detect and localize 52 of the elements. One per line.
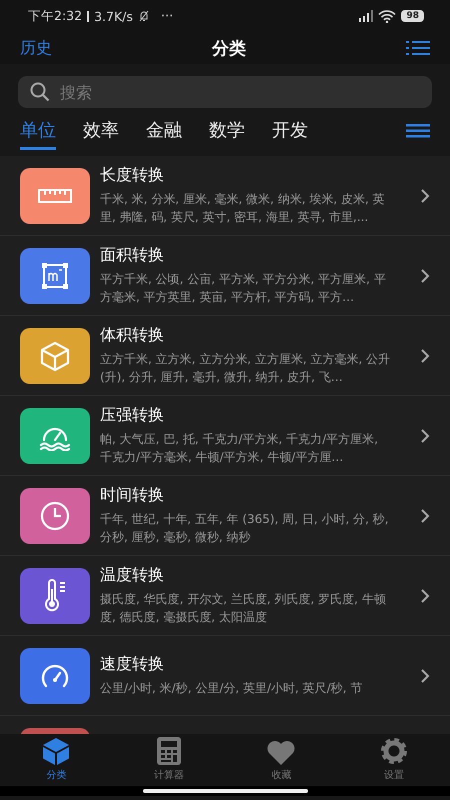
converter-units: 千米, 米, 分米, 厘米, 毫米, 微米, 纳米, 埃米, 皮米, 英里, 弗隆, 码, 英尺, 英寸, 密耳, 海里, 英寻, 市里,... xyxy=(100,191,386,226)
chevron-right-icon xyxy=(420,188,430,204)
category-tab[interactable]: 数学 xyxy=(209,118,245,150)
converter-item[interactable]: 时间转换 千年, 世纪, 十年, 五年, 年 (365), 周, 日, 小时, 分, 秒, 分秒, 厘秒, 毫秒, 微秒, 纳秒 xyxy=(0,476,450,556)
nav-tab[interactable]: 分类 xyxy=(0,734,112,786)
converter-item[interactable]: 长度转换 千米, 米, 分米, 厘米, 毫米, 微米, 纳米, 埃米, 皮米, 英里, 弗隆, 码, 英尺, 英寸, 密耳, 海里, 英寻, 市里,... xyxy=(0,156,450,236)
bell-off-icon xyxy=(138,10,150,22)
converter-item[interactable]: 体积转换 立方千米, 立方米, 立方分米, 立方厘米, 立方毫米, 公升 (升), 分升, 厘升, 毫升, 微升, 纳升, 皮升, 飞… xyxy=(0,316,450,396)
nav-tab[interactable]: 收藏 xyxy=(225,734,338,786)
signal-icon xyxy=(357,10,374,22)
converter-title: 温度转换 xyxy=(100,565,165,586)
converter-units: 公里/小时, 米/秒, 公里/分, 英里/小时, 英尺/秒, 节 xyxy=(100,680,364,697)
battery-indicator: 98 xyxy=(401,10,424,22)
history-link[interactable]: 历史 xyxy=(20,38,52,58)
converter-title: 压强转换 xyxy=(100,405,165,426)
nav-tab[interactable]: 设置 xyxy=(338,734,450,786)
category-tab[interactable]: 单位 xyxy=(20,118,56,150)
converter-item[interactable]: 压强转换 帕, 大气压, 巴, 托, 千克力/平方米, 千克力/平方厘米, 千克力/平方毫米, 牛顿/平方米, 牛顿/平方厘… xyxy=(0,396,450,476)
settings-icon xyxy=(378,736,409,766)
network-speed: 3.7K/s xyxy=(94,8,133,24)
page-title: 分类 xyxy=(212,38,246,60)
more-dots: ··· xyxy=(160,8,174,24)
status-time: 下午2:32 xyxy=(28,8,82,24)
converter-title: 长度转换 xyxy=(100,165,165,186)
chevron-right-icon xyxy=(420,588,430,604)
converter-item[interactable]: 温度转换 摄氏度, 华氏度, 开尔文, 兰氏度, 列氏度, 罗氏度, 牛顿度, 德氏度, 毫摄氏度, 太阳温度 xyxy=(0,556,450,636)
chevron-right-icon xyxy=(420,428,430,444)
category-tab[interactable]: 金融 xyxy=(146,118,182,150)
list-icon[interactable] xyxy=(406,40,430,56)
converter-title: 时间转换 xyxy=(100,485,165,506)
heart-icon xyxy=(268,741,295,765)
converter-title: 速度转换 xyxy=(100,654,165,675)
converter-units: 平方千米, 公顷, 公亩, 平方米, 平方分米, 平方厘米, 平方毫米, 平方英里, 英亩, 平方杆, 平方码, 平方… xyxy=(100,271,387,306)
converter-item[interactable]: 面积转换 平方千米, 公顷, 公亩, 平方米, 平方分米, 平方厘米, 平方毫米, 平方英里, 英亩, 平方杆, 平方码, 平方… xyxy=(0,236,450,316)
converter-units: 摄氏度, 华氏度, 开尔文, 兰氏度, 列氏度, 罗氏度, 牛顿度, 德氏度, 毫摄氏度, 太阳温度 xyxy=(100,591,387,626)
converter-item[interactable]: 速度转换 公里/小时, 米/秒, 公里/分, 英里/小时, 英尺/秒, 节 xyxy=(0,636,450,716)
search-field[interactable]: 搜索 xyxy=(18,76,432,108)
converter-title: 面积转换 xyxy=(100,245,165,266)
converter-units: 帕, 大气压, 巴, 托, 千克力/平方米, 千克力/平方厘米, 千克力/平方毫米, 牛顿/平方米, 牛顿/平方厘… xyxy=(100,431,380,466)
converter-title: 体积转换 xyxy=(100,325,165,346)
chevron-right-icon xyxy=(420,508,430,524)
chevron-right-icon xyxy=(420,348,430,364)
menu-icon[interactable] xyxy=(406,124,430,138)
cube-icon xyxy=(41,736,72,766)
category-tab[interactable]: 开发 xyxy=(272,118,308,150)
converter-units: 千年, 世纪, 十年, 五年, 年 (365), 周, 日, 小时, 分, 秒, 分秒, 厘秒, 毫秒, 微秒, 纳秒 xyxy=(100,511,390,546)
nav-tab[interactable]: 计算器 xyxy=(112,734,225,786)
chevron-right-icon xyxy=(420,668,430,684)
wifi-icon xyxy=(378,10,396,22)
category-tab[interactable]: 效率 xyxy=(83,118,119,150)
converter-units: 立方千米, 立方米, 立方分米, 立方厘米, 立方毫米, 公升 (升), 分升, 厘升, 毫升, 微升, 纳升, 皮升, 飞… xyxy=(100,351,392,386)
chevron-right-icon xyxy=(420,268,430,284)
